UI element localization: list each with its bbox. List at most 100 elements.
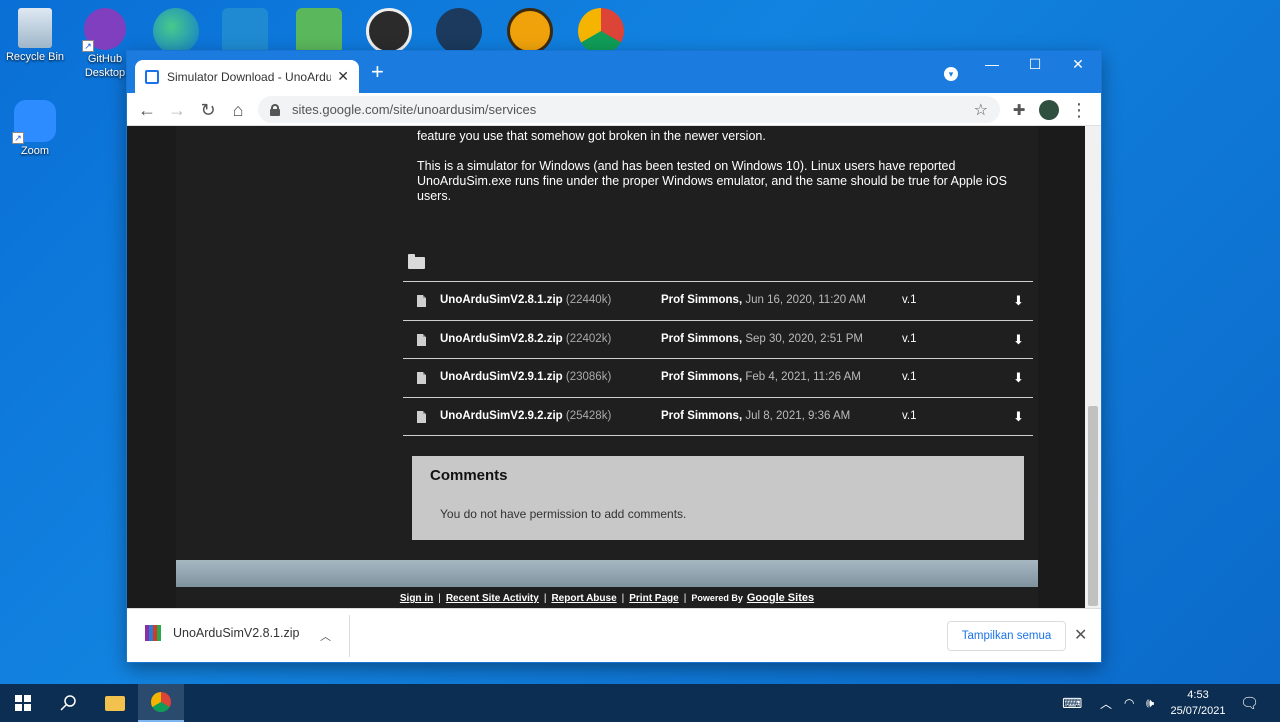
- folder-icon: [408, 254, 425, 269]
- steam-icon[interactable]: [436, 8, 482, 54]
- search-icon: [60, 695, 76, 711]
- file-name-link[interactable]: UnoArduSimV2.9.1.zip: [440, 371, 563, 383]
- new-tab-button[interactable]: +: [371, 61, 384, 83]
- clock[interactable]: 4:53 25/07/2021: [1166, 687, 1230, 719]
- address-bar[interactable]: sites.google.com/site/unoardusim/service…: [258, 96, 1000, 123]
- file-row: UnoArduSimV2.9.2.zip (25428k) Prof Simmo…: [403, 398, 1033, 437]
- reload-button[interactable]: ↻: [196, 98, 220, 122]
- menu-icon[interactable]: ⋮: [1067, 98, 1091, 122]
- lock-icon[interactable]: [270, 103, 280, 116]
- shortcut-arrow-icon: ↗: [12, 132, 24, 144]
- chevron-up-icon[interactable]: ︿: [320, 628, 331, 644]
- file-name-link[interactable]: UnoArduSimV2.8.1.zip: [440, 294, 563, 306]
- comments-permission-text: You do not have permission to add commen…: [440, 507, 687, 521]
- edge-icon[interactable]: [153, 8, 199, 54]
- download-file-name: UnoArduSimV2.8.1.zip: [173, 626, 300, 640]
- page-background: feature you use that somehow got broken …: [127, 126, 1085, 608]
- chrome-icon[interactable]: [578, 8, 624, 54]
- desktop-icon-zoom[interactable]: ↗ Zoom: [0, 100, 70, 158]
- game-2-icon[interactable]: [507, 8, 553, 54]
- chevron-up-icon[interactable]: ︿: [1100, 684, 1112, 722]
- extensions-icon[interactable]: ✚: [1007, 98, 1031, 122]
- vscode-icon[interactable]: [222, 8, 268, 54]
- chrome-icon: [151, 692, 171, 712]
- file-date: Jun 16, 2020, 11:20 AM: [745, 294, 866, 306]
- minimize-button[interactable]: —: [969, 51, 1015, 77]
- keyboard-icon[interactable]: ⌨: [1062, 684, 1082, 722]
- download-item[interactable]: UnoArduSimV2.8.1.zip: [145, 625, 299, 641]
- folder-icon: [105, 695, 125, 711]
- file-author: Prof Simmons,: [661, 332, 743, 345]
- footer-links: Sign in | Recent Site Activity | Report Abus…: [399, 592, 815, 604]
- file-date: Feb 4, 2021, 11:26 AM: [745, 371, 861, 384]
- comments-box: Comments You do not have permission to a…: [412, 456, 1024, 540]
- intro-paragraph-end: feature you use that somehow got broken …: [417, 129, 766, 143]
- desktop-icon-recycle-bin[interactable]: Recycle Bin: [0, 8, 70, 64]
- file-size: (25428k): [565, 409, 612, 422]
- close-shelf-icon[interactable]: ✕: [1074, 625, 1087, 645]
- google-sites-link[interactable]: Google Sites: [747, 592, 814, 604]
- print-page-link[interactable]: Print Page: [629, 593, 678, 604]
- tab-search-icon[interactable]: ▾: [944, 67, 958, 81]
- file-row: UnoArduSimV2.8.1.zip (22440k) Prof Simmo…: [403, 282, 1033, 321]
- sign-in-link[interactable]: Sign in: [400, 593, 433, 604]
- file-name-link[interactable]: UnoArduSimV2.8.2.zip: [440, 333, 563, 345]
- browser-window: Simulator Download - UnoArduSim ✕ + ▾ — …: [127, 51, 1101, 662]
- obs-icon[interactable]: [366, 8, 412, 54]
- notification-icon[interactable]: 🗨: [1240, 684, 1259, 722]
- bookmark-star-icon[interactable]: ☆: [974, 100, 988, 120]
- file-version[interactable]: v.1: [902, 294, 917, 306]
- search-button[interactable]: [46, 684, 92, 722]
- file-author: Prof Simmons,: [661, 409, 743, 422]
- winrar-icon: [145, 625, 161, 641]
- file-icon: [417, 333, 426, 346]
- file-version[interactable]: v.1: [902, 410, 917, 422]
- avatar[interactable]: [1037, 98, 1061, 122]
- download-icon[interactable]: ⬇: [1013, 332, 1024, 348]
- download-shelf: UnoArduSimV2.8.1.zip ︿ Tampilkan semua ✕: [127, 608, 1101, 662]
- file-author: Prof Simmons,: [661, 371, 743, 384]
- android-studio-icon[interactable]: [296, 8, 342, 54]
- tab-close-icon[interactable]: ✕: [337, 68, 349, 85]
- recent-activity-link[interactable]: Recent Site Activity: [446, 593, 539, 604]
- file-author: Prof Simmons,: [661, 294, 743, 306]
- tab-title: Simulator Download - UnoArduSim: [167, 69, 332, 84]
- home-button[interactable]: ⌂: [226, 98, 250, 122]
- desktop-icon-label: Zoom: [20, 145, 50, 157]
- forward-button[interactable]: →: [165, 98, 189, 122]
- volume-icon[interactable]: 🕪: [1146, 684, 1154, 722]
- file-name-link[interactable]: UnoArduSimV2.9.2.zip: [440, 410, 563, 422]
- chrome-taskbar-button[interactable]: [138, 684, 184, 722]
- tab-simulator-download[interactable]: Simulator Download - UnoArduSim ✕: [135, 60, 359, 93]
- wifi-icon[interactable]: ◠: [1124, 684, 1134, 722]
- file-version[interactable]: v.1: [902, 333, 917, 345]
- file-size: (22440k): [565, 294, 612, 306]
- file-icon: [417, 295, 426, 307]
- download-icon[interactable]: ⬇: [1013, 409, 1024, 425]
- recycle-bin-icon: [18, 8, 52, 48]
- file-date: Sep 30, 2020, 2:51 PM: [745, 332, 863, 345]
- scrollbar-thumb[interactable]: [1088, 406, 1098, 606]
- back-button[interactable]: ←: [135, 98, 159, 122]
- file-date: Jul 8, 2021, 9:36 AM: [745, 409, 851, 422]
- file-version[interactable]: v.1: [902, 371, 917, 383]
- download-icon[interactable]: ⬇: [1013, 370, 1024, 386]
- file-explorer-button[interactable]: [92, 684, 138, 722]
- file-icon: [417, 372, 426, 385]
- shortcut-arrow-icon: ↗: [82, 40, 94, 52]
- comments-title: Comments: [430, 467, 508, 484]
- report-abuse-link[interactable]: Report Abuse: [551, 593, 616, 604]
- divider: [349, 615, 350, 657]
- file-row: UnoArduSimV2.8.2.zip (22402k) Prof Simmo…: [403, 321, 1033, 360]
- powered-by-text: Powered By: [691, 593, 743, 603]
- start-button[interactable]: [0, 684, 46, 722]
- show-all-button[interactable]: Tampilkan semua: [947, 621, 1066, 651]
- scrollbar[interactable]: [1085, 126, 1101, 608]
- close-button[interactable]: ✕: [1055, 51, 1101, 77]
- file-list: UnoArduSimV2.8.1.zip (22440k) Prof Simmo…: [403, 281, 1033, 437]
- download-icon[interactable]: ⬇: [1013, 293, 1024, 309]
- taskbar: ⌨ ︿ ◠ 🕪 4:53 25/07/2021 🗨: [0, 684, 1280, 722]
- zoom-icon: ↗: [12, 100, 56, 144]
- browser-toolbar: ← → ↻ ⌂ sites.google.com/site/unoardusim…: [127, 93, 1101, 126]
- maximize-button[interactable]: ☐: [1012, 51, 1058, 77]
